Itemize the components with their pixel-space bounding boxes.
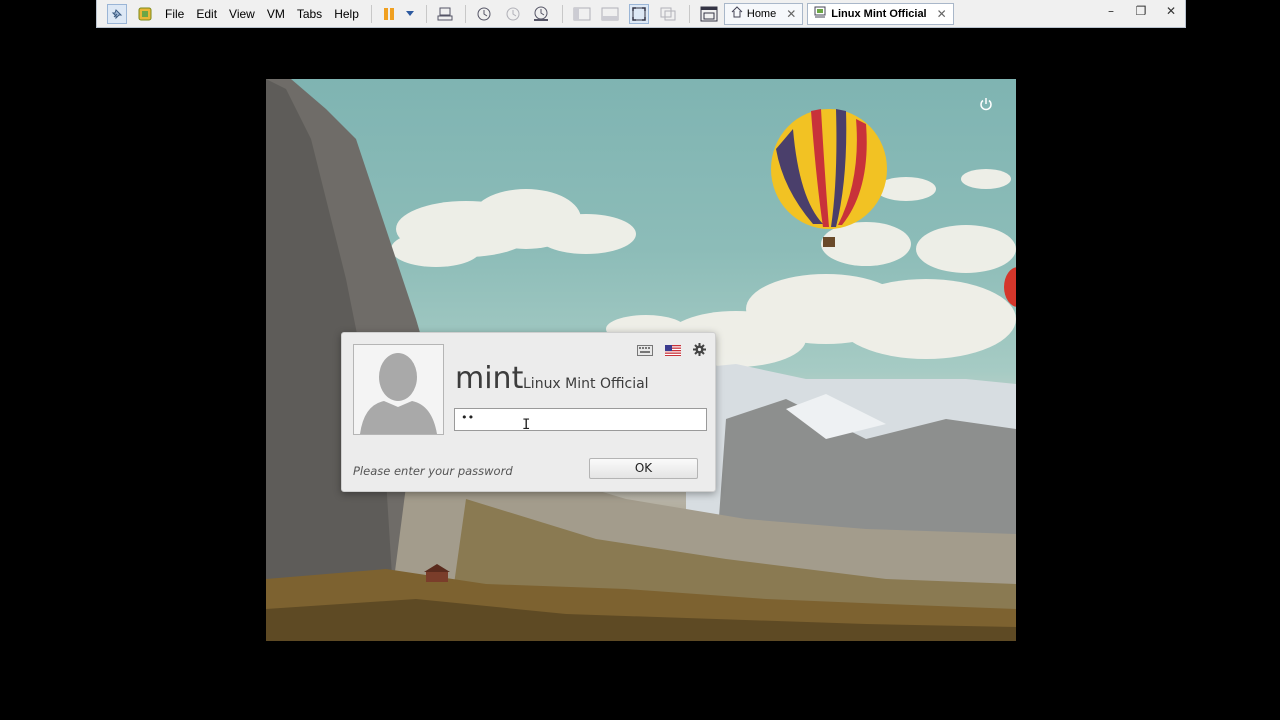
menu-vm[interactable]: VM	[261, 3, 291, 25]
close-button[interactable]: ✕	[1163, 4, 1179, 18]
separator	[370, 4, 372, 23]
realname-label: Linux Mint Official	[523, 376, 649, 392]
home-icon	[731, 6, 743, 21]
separator	[688, 4, 690, 23]
thumbnail-view-icon[interactable]	[696, 3, 722, 25]
vmware-logo-icon[interactable]	[133, 3, 157, 25]
close-icon[interactable]: ✕	[937, 7, 947, 21]
console-view-icon[interactable]	[569, 3, 595, 25]
snapshot-icon[interactable]	[472, 3, 498, 25]
menu-file[interactable]: File	[159, 3, 190, 25]
toolbar: File Edit View VM Tabs Help Home ✕ Linux…	[97, 0, 1185, 27]
window-controls: – ❐ ✕	[1103, 4, 1179, 18]
send-ctrl-alt-del-icon[interactable]	[433, 3, 457, 25]
library-icon[interactable]	[597, 3, 623, 25]
menu-edit[interactable]: Edit	[190, 3, 223, 25]
tab-home-label: Home	[746, 7, 777, 20]
menu-help[interactable]: Help	[328, 3, 365, 25]
unity-icon[interactable]	[655, 3, 681, 25]
tab-vm-label: Linux Mint Official	[831, 7, 927, 20]
login-dialog: mint Linux Mint Official •• I Please ent…	[341, 332, 716, 492]
password-input[interactable]: ••	[454, 408, 707, 431]
fullscreen-icon[interactable]	[625, 3, 653, 25]
username-label: mint	[455, 361, 524, 396]
minimize-button[interactable]: –	[1103, 4, 1119, 18]
keyboard-icon[interactable]	[637, 341, 653, 360]
vm-tab-icon	[814, 6, 827, 21]
user-silhouette-icon	[354, 345, 443, 434]
tab-linux-mint-official[interactable]: Linux Mint Official ✕	[807, 2, 954, 25]
vmware-window: File Edit View VM Tabs Help Home ✕ Linux…	[96, 0, 1186, 28]
tab-home[interactable]: Home ✕	[723, 2, 804, 25]
chevron-down-icon[interactable]	[402, 3, 418, 25]
close-icon[interactable]: ✕	[786, 7, 796, 21]
us-flag-icon[interactable]	[665, 341, 681, 360]
separator	[425, 4, 427, 23]
dialog-icons	[637, 341, 706, 360]
pin-icon[interactable]	[103, 3, 131, 25]
revert-snapshot-icon[interactable]	[500, 3, 526, 25]
avatar	[353, 344, 444, 435]
ok-button[interactable]: OK	[589, 458, 698, 479]
text-cursor: I	[522, 417, 531, 433]
separator	[464, 4, 466, 23]
pause-icon[interactable]	[378, 3, 400, 25]
gear-icon[interactable]	[693, 341, 706, 360]
restore-button[interactable]: ❐	[1133, 4, 1149, 18]
separator	[561, 4, 563, 23]
menu-tabs[interactable]: Tabs	[291, 3, 328, 25]
password-hint: Please enter your password	[353, 464, 513, 478]
snapshot-manager-icon[interactable]	[528, 3, 554, 25]
menu-view[interactable]: View	[223, 3, 261, 25]
power-icon[interactable]	[978, 97, 994, 113]
